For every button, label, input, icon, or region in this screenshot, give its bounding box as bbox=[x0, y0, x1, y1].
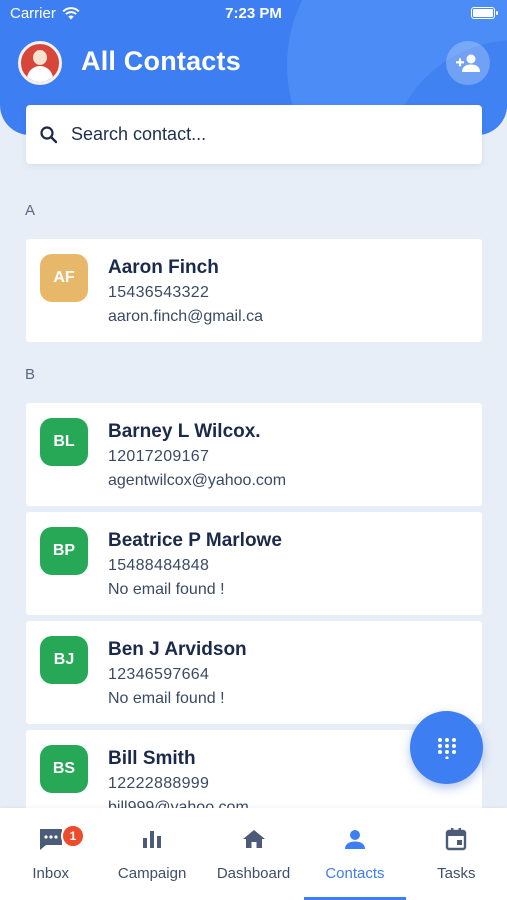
contact-initials-avatar: BP bbox=[40, 527, 88, 575]
nav-label: Campaign bbox=[117, 865, 187, 882]
contact-name: Ben J Arvidson bbox=[108, 639, 247, 660]
contact-phone: 12222888999 bbox=[108, 775, 210, 792]
calendar-icon bbox=[446, 828, 467, 851]
nav-label: Dashboard bbox=[216, 865, 291, 882]
status-time: 7:23 PM bbox=[225, 5, 282, 22]
contact-phone: 12017209167 bbox=[108, 448, 210, 465]
add-contact-button[interactable] bbox=[446, 41, 490, 85]
contact-name: Beatrice P Marlowe bbox=[108, 530, 282, 551]
contact-initials-avatar: BJ bbox=[40, 636, 88, 684]
contact-email: aaron.finch@gmail.ca bbox=[108, 308, 263, 325]
home-icon bbox=[242, 830, 265, 848]
status-bar: Carrier 7:23 PM bbox=[0, 0, 507, 28]
search-bar[interactable] bbox=[26, 105, 482, 164]
contact-card[interactable]: AF Aaron Finch 15436543322 aaron.finch@g… bbox=[26, 239, 482, 342]
contact-name: Bill Smith bbox=[108, 748, 196, 769]
search-icon bbox=[40, 125, 58, 143]
contact-initials-avatar: BS bbox=[40, 745, 88, 793]
add-person-icon bbox=[456, 54, 480, 72]
nav-label: Contacts bbox=[325, 865, 385, 882]
contact-phone: 15488484848 bbox=[108, 557, 210, 574]
nav-item-dashboard[interactable]: Dashboard bbox=[203, 808, 304, 900]
section-header-b: B bbox=[25, 366, 36, 383]
bottom-nav: 1 Inbox Campaign Dashboard Contacts Task… bbox=[0, 808, 507, 900]
contact-email: No email found ! bbox=[108, 581, 225, 598]
nav-label: Tasks bbox=[437, 865, 476, 882]
contact-card[interactable]: BP Beatrice P Marlowe 15488484848 No ema… bbox=[26, 512, 482, 615]
page-title: All Contacts bbox=[81, 46, 241, 76]
contact-email: No email found ! bbox=[108, 690, 225, 707]
chat-icon bbox=[39, 829, 62, 850]
avatar[interactable] bbox=[18, 41, 62, 85]
dialpad-icon bbox=[437, 737, 456, 759]
nav-label: Inbox bbox=[32, 865, 70, 882]
contact-phone: 15436543322 bbox=[108, 284, 210, 301]
dialpad-button[interactable] bbox=[410, 711, 483, 784]
contact-phone: 12346597664 bbox=[108, 666, 210, 683]
battery-icon bbox=[471, 7, 498, 19]
search-input[interactable] bbox=[71, 124, 451, 145]
contact-initials-avatar: AF bbox=[40, 254, 88, 302]
notification-badge: 1 bbox=[61, 824, 85, 848]
bar-chart-icon bbox=[143, 831, 162, 848]
section-header-a: A bbox=[25, 202, 36, 219]
contact-name: Aaron Finch bbox=[108, 257, 219, 278]
nav-item-tasks[interactable]: Tasks bbox=[406, 808, 507, 900]
contact-email: agentwilcox@yahoo.com bbox=[108, 472, 287, 489]
nav-item-campaign[interactable]: Campaign bbox=[101, 808, 202, 900]
nav-item-contacts[interactable]: Contacts bbox=[304, 808, 407, 900]
nav-item-inbox[interactable]: 1 Inbox bbox=[0, 808, 101, 900]
contact-card[interactable]: BL Barney L Wilcox. 12017209167 agentwil… bbox=[26, 403, 482, 506]
contact-initials-avatar: BL bbox=[40, 418, 88, 466]
contact-name: Barney L Wilcox. bbox=[108, 421, 261, 442]
person-icon bbox=[344, 830, 365, 849]
contact-card[interactable]: BJ Ben J Arvidson 12346597664 No email f… bbox=[26, 621, 482, 724]
